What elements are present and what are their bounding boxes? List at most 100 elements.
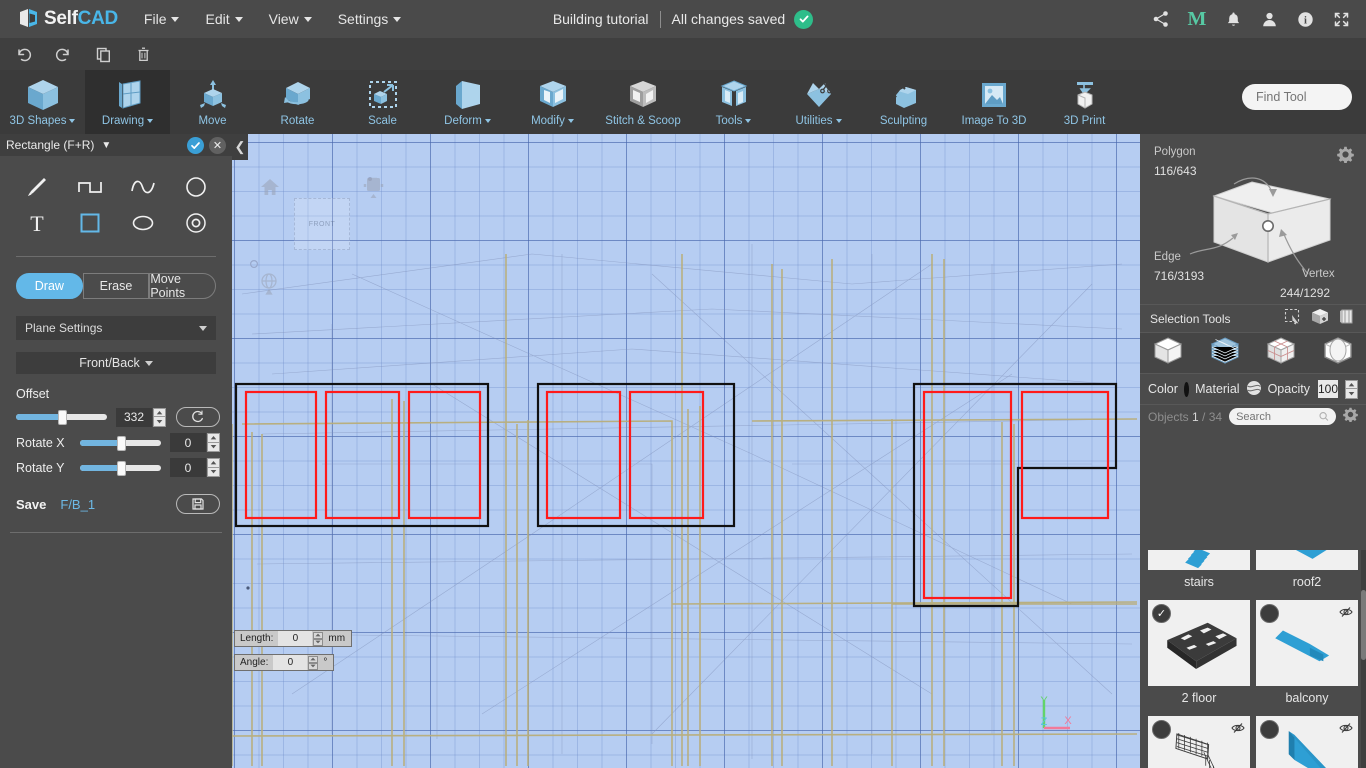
- confirm-button[interactable]: [187, 137, 204, 154]
- stepper-up-icon[interactable]: [207, 458, 220, 468]
- polygon-mode-icon[interactable]: [1265, 336, 1297, 371]
- rotate-x-value[interactable]: 0: [170, 433, 206, 452]
- app-logo[interactable]: SelfCAD: [18, 8, 118, 30]
- rotate-x-slider[interactable]: [80, 435, 161, 451]
- angle-stepper[interactable]: [308, 655, 319, 670]
- draw-mode-button[interactable]: Draw: [16, 273, 83, 299]
- close-icon[interactable]: ✕: [209, 137, 226, 154]
- stepper-up-icon[interactable]: [308, 655, 319, 663]
- menu-settings[interactable]: Settings: [338, 11, 402, 27]
- view-cube[interactable]: FRONT: [252, 164, 412, 304]
- objects-settings-gear-icon[interactable]: [1343, 407, 1358, 427]
- ring-icon[interactable]: [169, 206, 222, 240]
- offset-value[interactable]: 332: [116, 407, 152, 427]
- stepper-down-icon[interactable]: [308, 662, 319, 670]
- angle-value[interactable]: 0: [273, 655, 308, 670]
- fullscreen-icon[interactable]: [1326, 4, 1356, 34]
- ribbon-item-drawing[interactable]: Drawing: [85, 70, 170, 134]
- length-stepper[interactable]: [313, 631, 324, 646]
- angle-measure-box[interactable]: Angle: 0 °: [234, 654, 335, 671]
- stepper-down-icon[interactable]: [1345, 389, 1358, 399]
- rotate-x-stepper[interactable]: [207, 433, 220, 452]
- stepper-up-icon[interactable]: [153, 407, 166, 417]
- find-tool-input[interactable]: [1242, 84, 1352, 110]
- stepper-down-icon[interactable]: [313, 638, 324, 646]
- stepper-up-icon[interactable]: [1345, 379, 1358, 389]
- save-preset-name[interactable]: F/B_1: [60, 497, 95, 512]
- ribbon-item-3d-print[interactable]: 3D Print: [1042, 70, 1127, 134]
- offset-stepper[interactable]: [153, 407, 166, 427]
- ribbon-item-sculpting[interactable]: Sculpting: [861, 70, 946, 134]
- polyline-icon[interactable]: [63, 170, 116, 204]
- offset-slider[interactable]: [16, 410, 107, 425]
- opacity-stepper[interactable]: [1345, 379, 1358, 399]
- eye-off-icon[interactable]: [1339, 721, 1353, 739]
- ribbon-item-utilities[interactable]: Utilities: [776, 70, 861, 134]
- objects-scrollbar[interactable]: [1361, 550, 1366, 768]
- offset-reset-button[interactable]: [176, 407, 220, 427]
- info-icon[interactable]: i: [1290, 4, 1320, 34]
- material-icon[interactable]: [1246, 380, 1262, 399]
- scrollbar-thumb[interactable]: [1361, 590, 1366, 660]
- object-select-checkbox[interactable]: [1260, 720, 1279, 739]
- length-measure-box[interactable]: Length: 0 mm: [234, 630, 353, 647]
- m-badge-icon[interactable]: M: [1182, 4, 1212, 34]
- box-add-select-icon[interactable]: [1311, 308, 1329, 330]
- eye-off-icon[interactable]: [1339, 605, 1353, 623]
- stepper-up-icon[interactable]: [313, 631, 324, 639]
- 3d-viewport[interactable]: ❮ FRONT Y X Z Length: 0 mm Angle: 0 °: [232, 134, 1140, 768]
- ribbon-item-scale[interactable]: Scale: [340, 70, 425, 134]
- erase-mode-button[interactable]: Erase: [82, 273, 150, 299]
- menu-view[interactable]: View: [269, 11, 312, 27]
- object-select-checkbox[interactable]: [1152, 720, 1171, 739]
- ribbon-item-3d-shapes[interactable]: 3D Shapes: [0, 70, 85, 134]
- list-item[interactable]: wall: [1256, 716, 1358, 768]
- text-icon[interactable]: T: [10, 206, 63, 240]
- rectangle-icon[interactable]: [63, 206, 116, 240]
- bell-icon[interactable]: [1218, 4, 1248, 34]
- list-item[interactable]: stairs: [1148, 550, 1250, 594]
- redo-icon[interactable]: [46, 40, 80, 68]
- ribbon-item-rotate[interactable]: Rotate: [255, 70, 340, 134]
- stepper-up-icon[interactable]: [207, 433, 220, 443]
- length-value[interactable]: 0: [278, 631, 313, 646]
- curve-icon[interactable]: [116, 170, 169, 204]
- chevron-down-icon[interactable]: ▼: [101, 140, 111, 151]
- ribbon-item-deform[interactable]: Deform: [425, 70, 510, 134]
- undo-icon[interactable]: [6, 40, 40, 68]
- opacity-value[interactable]: 100: [1317, 380, 1338, 398]
- camera-view-icon[interactable]: [362, 176, 384, 207]
- object-select-checkbox[interactable]: ✓: [1152, 604, 1171, 623]
- eye-off-icon[interactable]: [1231, 721, 1245, 739]
- object-search-box[interactable]: [1229, 408, 1336, 425]
- stepper-down-icon[interactable]: [207, 442, 220, 452]
- ellipse-icon[interactable]: [116, 206, 169, 240]
- view-cube-front-face[interactable]: FRONT: [294, 198, 350, 250]
- ribbon-item-modify[interactable]: Modify: [510, 70, 595, 134]
- circle-outline-icon[interactable]: [169, 170, 222, 204]
- ribbon-item-image-to-3d[interactable]: Image To 3D: [946, 70, 1042, 134]
- freehand-brush-icon[interactable]: [10, 170, 63, 204]
- vertex-mode-icon[interactable]: [1209, 336, 1241, 371]
- copy-icon[interactable]: [86, 40, 120, 68]
- menu-edit[interactable]: Edit: [205, 11, 243, 27]
- rotate-y-slider[interactable]: [80, 460, 161, 476]
- list-item[interactable]: roof2: [1256, 550, 1358, 594]
- list-item[interactable]: balcony: [1256, 600, 1358, 710]
- stepper-down-icon[interactable]: [207, 467, 220, 477]
- object-select-checkbox[interactable]: [1260, 604, 1279, 623]
- loop-select-icon[interactable]: [1338, 308, 1356, 330]
- menu-file[interactable]: File: [144, 11, 180, 27]
- object-mode-icon[interactable]: [1152, 336, 1184, 371]
- stepper-down-icon[interactable]: [153, 417, 166, 427]
- list-item[interactable]: balustrade: [1148, 716, 1250, 768]
- object-search-input[interactable]: [1236, 410, 1320, 423]
- color-swatch[interactable]: [1183, 381, 1190, 397]
- edge-mode-icon[interactable]: [1322, 336, 1354, 371]
- orbit-view-icon[interactable]: [258, 272, 280, 303]
- plane-settings-dropdown[interactable]: Plane Settings: [16, 316, 216, 340]
- delete-icon[interactable]: [126, 40, 160, 68]
- save-button[interactable]: [176, 494, 220, 514]
- user-icon[interactable]: [1254, 4, 1284, 34]
- plane-front-back-button[interactable]: Front/Back: [16, 352, 216, 374]
